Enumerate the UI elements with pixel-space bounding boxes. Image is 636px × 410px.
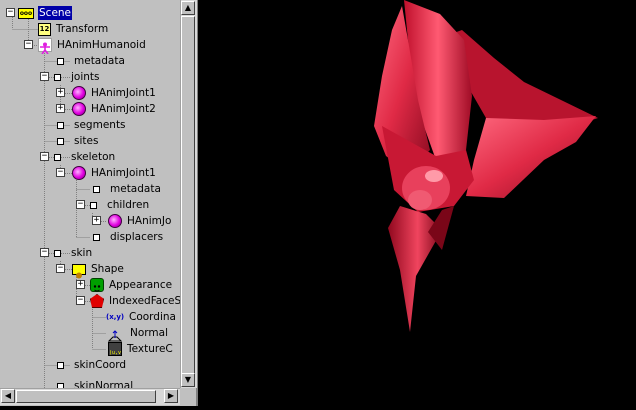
collapse-toggle[interactable]: − <box>56 264 65 273</box>
collapse-toggle[interactable]: − <box>76 200 85 209</box>
field-icon <box>54 249 61 257</box>
tree-node-normal[interactable]: Normal <box>107 325 169 342</box>
tree-node-transform[interactable]: 12 Transform <box>38 21 109 37</box>
joint-icon <box>72 102 86 116</box>
tree-node-label: HAnimJoint1 <box>91 87 156 99</box>
normal-icon <box>107 327 123 342</box>
tree-node-texture-coordinate[interactable]: (u,v) TextureC <box>108 341 174 357</box>
tree-node-hanim-joint1[interactable]: + HAnimJoint1 <box>56 85 157 101</box>
scroll-thumb[interactable] <box>181 16 195 376</box>
collapse-toggle[interactable]: − <box>40 72 49 81</box>
field-icon <box>93 185 100 193</box>
collapse-toggle[interactable]: − <box>6 8 15 17</box>
tree-node-sites[interactable]: sites <box>54 133 99 149</box>
tree-node-label: sites <box>74 135 99 147</box>
tree-node-skeleton-hanim-joint1[interactable]: − HAnimJoint1 <box>56 165 157 181</box>
tree-node-label: HAnimJo <box>127 215 172 227</box>
scroll-thumb[interactable] <box>16 390 156 403</box>
tree-node-label: Appearance <box>109 279 173 291</box>
tree-node-coordinate[interactable]: (x,y) Coordina <box>106 309 177 325</box>
tree-node-appearance[interactable]: + Appearance <box>76 277 173 293</box>
field-icon <box>90 201 97 209</box>
scroll-left-button[interactable]: ◀ <box>1 389 15 403</box>
tree-node-label: skinCoord <box>74 359 127 371</box>
tree-node-label: children <box>107 199 150 211</box>
appearance-icon <box>90 278 104 292</box>
field-icon <box>57 57 64 65</box>
expand-toggle[interactable]: + <box>56 88 65 97</box>
tree-node-metadata[interactable]: metadata <box>54 53 126 69</box>
tree-node-label: HAnimJoint1 <box>91 167 156 179</box>
tree-node-label: metadata <box>74 55 125 67</box>
tree-node-label: skin <box>71 247 93 259</box>
tree-node-label: Scene <box>38 6 73 20</box>
tree-node-label: metadata <box>110 183 161 195</box>
humanoid-model-render <box>374 0 598 332</box>
scroll-up-button[interactable]: ▲ <box>181 1 195 15</box>
tree-node-displacers[interactable]: displacers <box>90 229 164 245</box>
scroll-down-button[interactable]: ▼ <box>181 373 195 387</box>
tree-node-children[interactable]: − children <box>76 197 150 213</box>
scene-tree-panel: − ooo Scene 12 Transform − HAnimHumanoid… <box>0 0 198 406</box>
tree-node-label: Coordina <box>129 311 176 323</box>
tree-vertical-scrollbar[interactable]: ▲ ▼ <box>180 0 197 388</box>
joint-icon <box>72 86 86 100</box>
collapse-toggle[interactable]: − <box>76 296 85 305</box>
indexed-face-set-icon <box>90 294 104 308</box>
expand-toggle[interactable]: + <box>76 280 85 289</box>
tree-node-hanim-humanoid[interactable]: − HAnimHumanoid <box>24 37 147 55</box>
tree-node-joints[interactable]: − joints <box>40 69 101 85</box>
tree-horizontal-scrollbar[interactable]: ◀ ▶ <box>0 388 180 405</box>
tree-node-skin[interactable]: − skin <box>40 245 93 261</box>
transform-icon: 12 <box>38 22 51 36</box>
field-icon <box>57 361 64 369</box>
expand-toggle[interactable]: + <box>92 216 101 225</box>
tree-node-hanim-joint2[interactable]: + HAnimJoint2 <box>56 101 157 117</box>
humanoid-icon <box>38 38 52 55</box>
collapse-toggle[interactable]: − <box>56 168 65 177</box>
expand-toggle[interactable]: + <box>56 104 65 113</box>
tree-node-skin-normal[interactable]: skinNormal <box>54 378 134 388</box>
collapse-toggle[interactable]: − <box>40 248 49 257</box>
field-icon <box>54 73 61 81</box>
tree-node-skin-coord[interactable]: skinCoord <box>54 357 127 373</box>
shape-icon <box>72 263 86 278</box>
field-icon <box>93 233 100 241</box>
tree-node-shape[interactable]: − Shape <box>56 261 125 278</box>
field-icon <box>57 121 64 129</box>
tree-node-label: Normal <box>130 327 168 339</box>
3d-viewport[interactable] <box>204 0 636 406</box>
tree-node-label: segments <box>74 119 126 131</box>
tree-node-label: joints <box>71 71 100 83</box>
scrollbar-corner <box>180 388 196 404</box>
field-icon <box>57 137 64 145</box>
joint-icon <box>72 166 86 180</box>
tree-node-label: displacers <box>110 231 164 243</box>
collapse-toggle[interactable]: − <box>40 152 49 161</box>
field-icon <box>54 153 61 161</box>
tree-node-label: Shape <box>91 263 124 275</box>
scene-tree: − ooo Scene 12 Transform − HAnimHumanoid… <box>0 0 180 388</box>
tree-node-label: Transform <box>56 23 109 35</box>
tree-node-label: TextureC <box>127 343 173 355</box>
tree-node-label: HAnimJoint2 <box>91 103 156 115</box>
tree-node-label: skeleton <box>71 151 116 163</box>
tree-node-joint-metadata[interactable]: metadata <box>90 181 162 197</box>
svg-text:(u,v): (u,v) <box>109 350 121 356</box>
scroll-right-button[interactable]: ▶ <box>164 389 178 403</box>
scene-icon: ooo <box>18 7 34 19</box>
tree-node-scene[interactable]: − ooo Scene <box>6 5 73 21</box>
tree-node-segments[interactable]: segments <box>54 117 127 133</box>
coordinate-icon: (x,y) <box>106 313 125 321</box>
tree-node-label: IndexedFaceS <box>109 295 180 307</box>
collapse-toggle[interactable]: − <box>24 40 33 49</box>
tree-node-child-hanim-joint[interactable]: + HAnimJo <box>92 213 172 229</box>
tree-node-label: HAnimHumanoid <box>57 39 146 51</box>
tree-node-label: skinNormal <box>74 380 134 388</box>
tree-node-indexed-face-set[interactable]: − IndexedFaceS <box>76 293 180 309</box>
texture-coordinate-icon: (u,v) <box>108 342 124 356</box>
joint-icon <box>108 214 122 228</box>
tree-node-skeleton[interactable]: − skeleton <box>40 149 116 165</box>
